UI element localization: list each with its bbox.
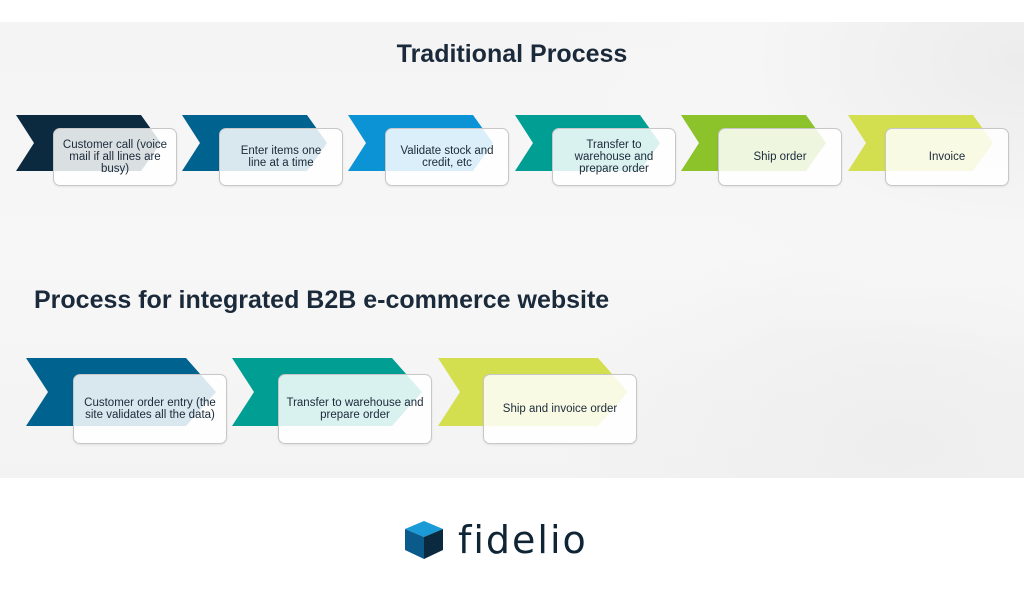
step-label: Customer order entry (the site validates… <box>84 397 216 421</box>
step-label: Ship order <box>753 151 807 163</box>
step-label: Transfer to warehouse and prepare order <box>574 139 654 175</box>
traditional-process-title: Traditional Process <box>396 40 628 68</box>
step-label: Invoice <box>928 151 966 163</box>
step-label: Enter items one line at a time <box>240 145 322 169</box>
logo-text: fidelio <box>458 518 588 562</box>
step-label: Transfer to warehouse and prepare order <box>286 397 424 421</box>
fidelio-logo: fidelio <box>404 518 588 562</box>
step-label: Customer call (voice mail if all lines a… <box>62 139 168 175</box>
integrated-process-title: Process for integrated B2B e-commerce we… <box>34 286 610 314</box>
step-label: Ship and invoice order <box>502 403 618 415</box>
step-label: Validate stock and credit, etc <box>400 145 494 169</box>
cube-icon <box>405 521 443 559</box>
